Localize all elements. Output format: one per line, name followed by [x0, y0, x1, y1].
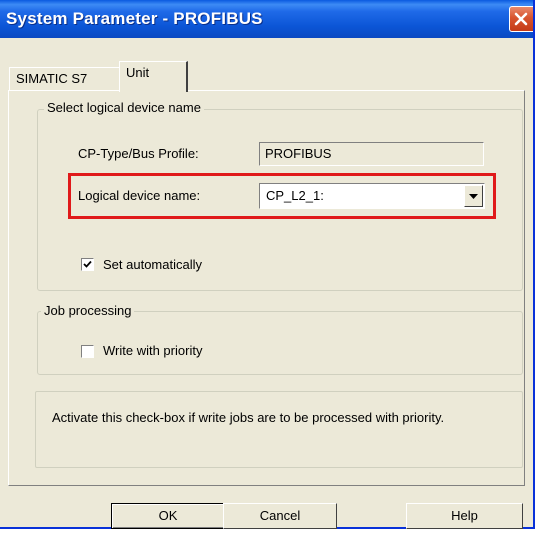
tab-simatic-s7[interactable]: SIMATIC S7: [9, 67, 121, 91]
dialog-window: System Parameter - PROFIBUS SIMATIC S7 U…: [0, 0, 535, 529]
title-bar[interactable]: System Parameter - PROFIBUS: [0, 0, 533, 38]
cp-type-label: CP-Type/Bus Profile:: [78, 146, 199, 161]
set-automatically-label: Set automatically: [103, 257, 202, 272]
logical-device-group-legend: Select logical device name: [44, 100, 204, 115]
ok-button[interactable]: OK: [111, 503, 225, 529]
dropdown-button[interactable]: [464, 185, 483, 207]
checkmark-icon: [83, 260, 92, 268]
write-priority-checkbox[interactable]: [81, 345, 94, 358]
close-icon: [514, 12, 528, 26]
device-name-dropdown[interactable]: CP_L2_1:: [259, 183, 485, 209]
window-title: System Parameter - PROFIBUS: [6, 9, 263, 28]
ok-button-label: OK: [158, 508, 178, 523]
device-name-value: CP_L2_1:: [266, 188, 324, 203]
close-button[interactable]: [509, 6, 533, 32]
tab-simatic-s7-label: SIMATIC S7: [16, 71, 88, 86]
cp-type-field: PROFIBUS: [259, 142, 484, 166]
set-automatically-checkbox[interactable]: [81, 258, 94, 271]
write-priority-label: Write with priority: [103, 343, 203, 358]
help-button[interactable]: Help: [406, 503, 523, 529]
job-processing-group-legend: Job processing: [41, 303, 135, 318]
device-name-label: Logical device name:: [78, 188, 201, 203]
tab-unit-label: Unit: [126, 65, 150, 80]
tab-unit[interactable]: Unit: [119, 61, 188, 92]
info-text: Activate this check-box if write jobs ar…: [52, 410, 445, 425]
cancel-button[interactable]: Cancel: [223, 503, 337, 529]
chevron-down-icon: [469, 194, 478, 199]
info-box: Activate this check-box if write jobs ar…: [35, 391, 523, 468]
cp-type-value: PROFIBUS: [265, 146, 332, 161]
help-button-label: Help: [451, 508, 478, 523]
cancel-button-label: Cancel: [259, 508, 301, 523]
screen: System Parameter - PROFIBUS SIMATIC S7 U…: [0, 0, 542, 535]
